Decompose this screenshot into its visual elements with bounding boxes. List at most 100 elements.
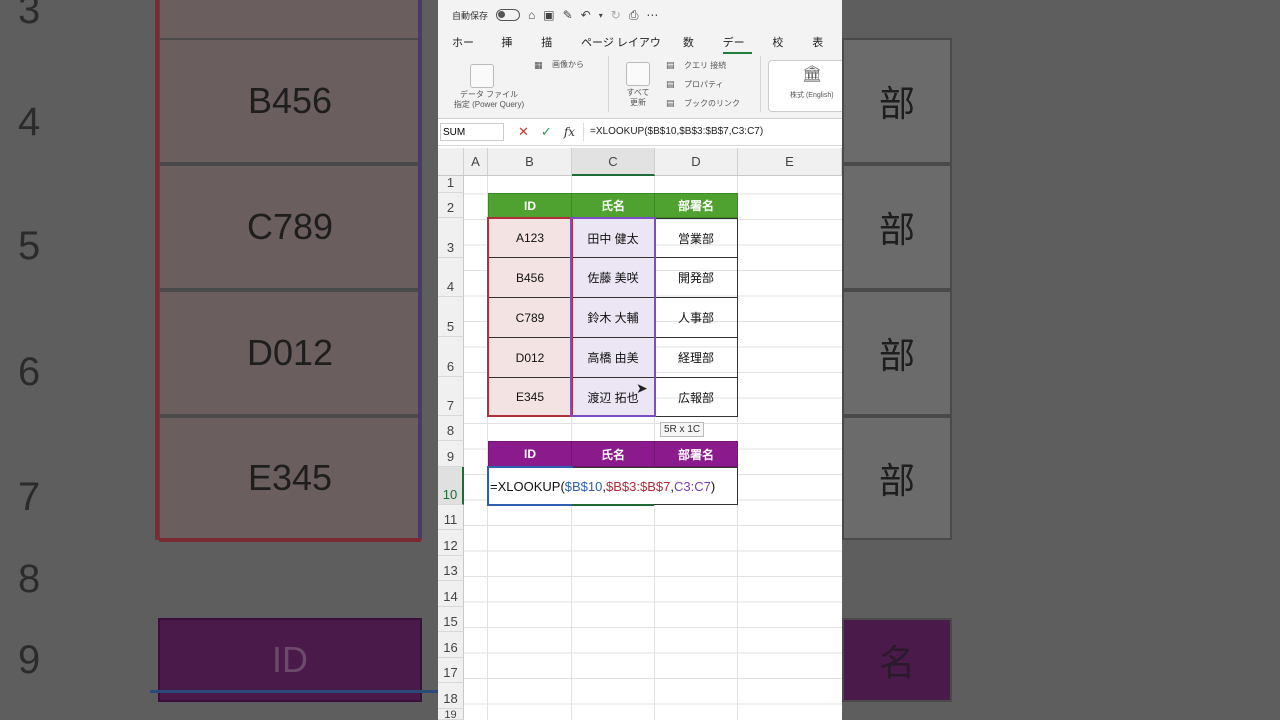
from-image-button[interactable]: 画像から [552, 59, 584, 70]
save-icon[interactable]: ▣ [543, 8, 554, 22]
row-header[interactable]: 16 [438, 632, 464, 658]
row-header[interactable]: 3 [438, 218, 464, 258]
tab-data[interactable]: データ [713, 30, 763, 75]
table-header-id[interactable]: ID [488, 193, 572, 218]
edit-links-button[interactable]: ブックのリンク [684, 98, 740, 109]
home-icon[interactable]: ⌂ [528, 8, 535, 22]
range-highlight-id [487, 217, 573, 417]
autosave-label: 自動保存 [452, 10, 489, 21]
tab-draw[interactable]: 描画 [531, 30, 571, 75]
tab-formulas[interactable]: 数式 [673, 30, 713, 75]
lookup-header-name[interactable]: 氏名 [571, 441, 655, 467]
row-header[interactable]: 7 [438, 377, 464, 416]
tab-insert[interactable]: 挿入 [491, 30, 531, 75]
properties-button[interactable]: プロパティ [684, 79, 724, 90]
row-header[interactable]: 8 [438, 416, 464, 441]
database-icon[interactable] [470, 64, 494, 88]
lookup-header-id[interactable]: ID [488, 441, 572, 467]
row-header[interactable]: 4 [438, 258, 464, 297]
bg-cell: 部 [842, 416, 952, 540]
bg-row-number: 6 [18, 350, 41, 394]
table-cell[interactable]: 広報部 [654, 377, 738, 417]
tab-home[interactable]: ホーム [442, 30, 491, 75]
ribbon-divider [608, 56, 609, 112]
bg-selection-border [418, 0, 422, 540]
bg-cell: D012 [158, 290, 422, 416]
bg-cell: C789 [158, 164, 422, 290]
bg-row-number: 9 [18, 638, 41, 682]
tab-page-layout[interactable]: ページ レイアウト [571, 30, 673, 75]
column-header-a[interactable]: A [464, 148, 488, 176]
edit-icon[interactable]: ✎ [563, 8, 573, 22]
formula-input[interactable]: =XLOOKUP($B$10,$B$3:$B$7,C3:C7) [583, 123, 763, 141]
bg-cell [158, 0, 422, 40]
bg-cell: B456 [158, 38, 422, 164]
column-header-e[interactable]: E [738, 148, 842, 176]
bg-selection-border [150, 690, 440, 720]
bg-row-number: 7 [18, 475, 41, 519]
worksheet-grid[interactable]: A B C D E 1 2 3 4 5 6 7 8 9 10 11 12 13 … [438, 148, 842, 720]
table-cell[interactable]: 営業部 [654, 218, 738, 258]
row-header[interactable]: 10 [438, 467, 464, 505]
excel-window: 自動保存 ⌂ ▣ ✎ ↶ ▾ ↻ ⎙ ⋯ ホーム 挿入 描画 ページ レイアウト… [438, 0, 842, 720]
redo-icon[interactable]: ↻ [611, 8, 621, 22]
mouse-cursor-icon: ➤ [636, 380, 648, 396]
bg-cell: 部 [842, 290, 952, 416]
queries-button[interactable]: クエリ 接続 [684, 60, 726, 71]
print-icon[interactable]: ⎙ [629, 8, 639, 23]
table-header-name[interactable]: 氏名 [571, 193, 655, 218]
name-box[interactable]: SUM [440, 123, 504, 141]
row-header[interactable]: 9 [438, 441, 464, 467]
stocks-button[interactable]: 株式 (English) [790, 90, 834, 100]
row-header[interactable]: 5 [438, 297, 464, 337]
bg-cell: 部 [842, 164, 952, 290]
tab-review[interactable]: 校閲 [762, 30, 802, 75]
chevron-down-icon[interactable]: ▾ [599, 11, 603, 20]
row-header[interactable]: 13 [438, 556, 464, 581]
row-header[interactable]: 6 [438, 337, 464, 377]
row-header[interactable]: 19 [438, 709, 464, 720]
autosave-toggle[interactable] [496, 9, 521, 21]
bg-row-number: 4 [18, 100, 41, 144]
bank-icon: 🏛 [802, 66, 823, 83]
row-header[interactable]: 1 [438, 175, 464, 193]
formula-part: ) [710, 478, 716, 494]
tab-view[interactable]: 表示 [802, 30, 842, 75]
enter-icon[interactable]: ✓ [541, 124, 552, 140]
table-cell[interactable]: 開発部 [654, 257, 738, 298]
select-all-corner[interactable] [438, 148, 464, 176]
row-header[interactable]: 12 [438, 530, 464, 556]
active-cell-underline [572, 504, 654, 506]
function-icon[interactable]: fx [564, 125, 575, 139]
row-header[interactable]: 18 [438, 683, 464, 709]
bg-row-number: 5 [18, 224, 41, 268]
column-header-c[interactable]: C [572, 148, 655, 176]
row-header[interactable]: 2 [438, 193, 464, 218]
bg-cell: E345 [158, 416, 422, 540]
lookup-header-department[interactable]: 部署名 [654, 441, 738, 467]
formula-part: C3:C7 [673, 478, 711, 494]
cancel-icon[interactable]: ✕ [518, 124, 529, 140]
bg-row-number: 3 [18, 0, 41, 32]
undo-icon[interactable]: ↶ [581, 8, 591, 22]
formula-part: $B$3:$B$7 [606, 478, 671, 494]
refresh-all-button[interactable]: すべて 更新 [618, 88, 658, 108]
reference-highlight-b10 [487, 466, 573, 506]
row-header[interactable]: 17 [438, 658, 464, 683]
table-cell[interactable]: 経理部 [654, 337, 738, 378]
column-header-b[interactable]: B [488, 148, 572, 176]
properties-icon: ▤ [666, 79, 675, 89]
row-header[interactable]: 15 [438, 607, 464, 632]
row-header[interactable]: 14 [438, 581, 464, 607]
bg-row-number: 8 [18, 557, 41, 601]
bg-cell: 部 [842, 38, 952, 164]
table-cell[interactable]: 人事部 [654, 297, 738, 338]
image-icon[interactable]: ▦ [534, 60, 543, 71]
bg-selection-border [159, 538, 421, 542]
column-header-d[interactable]: D [655, 148, 738, 176]
refresh-icon[interactable] [626, 62, 650, 86]
table-header-department[interactable]: 部署名 [654, 193, 738, 218]
row-header[interactable]: 11 [438, 505, 464, 530]
get-data-button[interactable]: データ ファイル 指定 (Power Query) [444, 90, 534, 110]
more-icon[interactable]: ⋯ [646, 8, 658, 22]
